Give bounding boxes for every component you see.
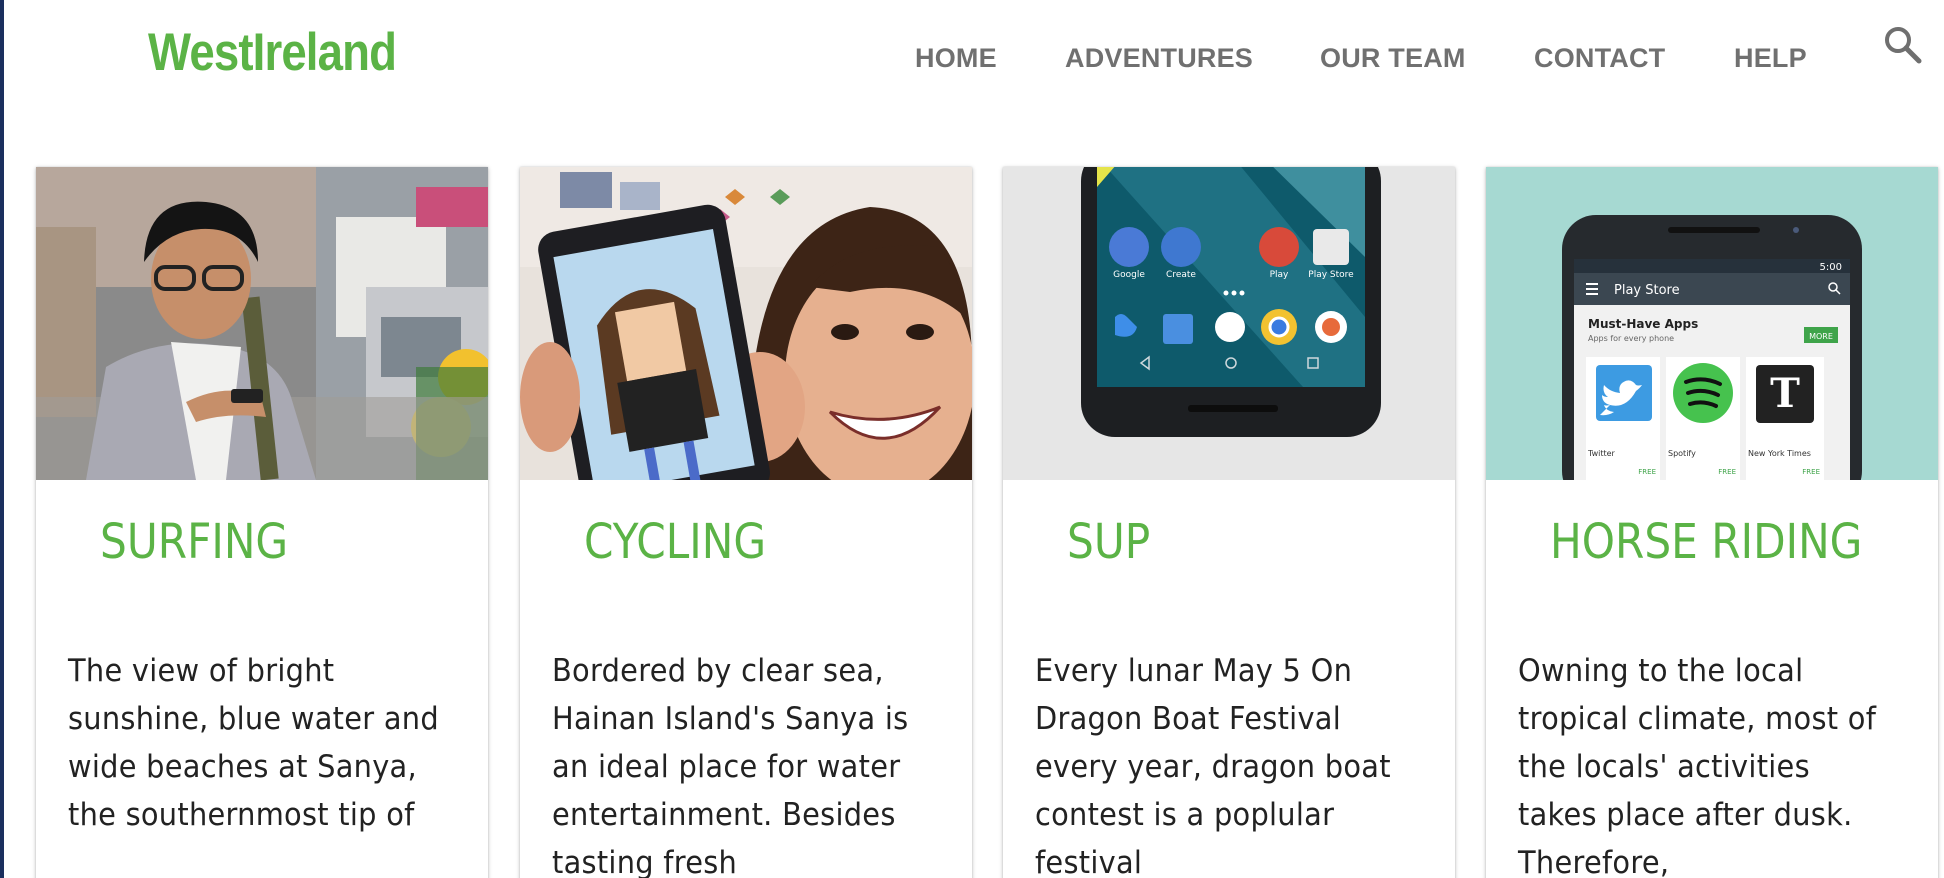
play-store-app-twitter-price: FREE [1638,468,1656,476]
card-title[interactable]: CYCLING [584,512,766,572]
card-description: The view of bright sunshine, blue water … [68,653,439,833]
nav-contact[interactable]: CONTACT [1534,40,1665,76]
card-description: Owning to the local tropical climate, mo… [1518,653,1877,878]
card-image-girl-with-tablet [520,167,972,480]
play-store-app-bar-title: Play Store [1614,283,1680,298]
card-image-play-store-phone: 5:00 Play Store Must-Have Apps Apps for … [1486,167,1938,480]
app-label-google: Google [1113,270,1145,280]
card-image-android-homescreen: Google Create Play Play Store [1003,167,1455,480]
card-title[interactable]: SUP [1067,512,1150,572]
card-horse-riding[interactable]: 5:00 Play Store Must-Have Apps Apps for … [1486,167,1938,878]
status-time: 5:00 [1820,262,1842,273]
card-title[interactable]: HORSE RIDING [1550,512,1862,572]
window-left-edge [0,0,4,878]
card-surfing[interactable]: SURFING The view of bright sunshine, blu… [36,167,488,878]
play-store-app-twitter: Twitter [1587,449,1616,458]
app-label-play: Play [1270,270,1289,280]
card-image-man-with-phone [36,167,488,480]
card-description: Every lunar May 5 On Dragon Boat Festiva… [1035,653,1391,878]
nyt-logo-glyph: T [1770,370,1800,417]
app-label-play-store: Play Store [1308,270,1354,280]
card-title[interactable]: SURFING [100,512,288,572]
play-store-section-subtitle: Apps for every phone [1588,334,1674,343]
card-sup[interactable]: Google Create Play Play Store SUP Every … [1003,167,1455,878]
nav-home[interactable]: HOME [915,40,997,76]
nav-our-team[interactable]: OUR TEAM [1320,40,1466,76]
main-nav: HOME ADVENTURES OUR TEAM CONTACT HELP [0,40,1944,80]
play-store-app-nyt-price: FREE [1802,468,1820,476]
card-description: Bordered by clear sea, Hainan Island's S… [552,653,909,878]
app-label-create: Create [1166,270,1196,280]
site-header: WestIreland HOME ADVENTURES OUR TEAM CON… [0,0,1944,110]
play-store-app-nyt: New York Times [1748,449,1811,458]
play-store-app-spotify-price: FREE [1718,468,1736,476]
nav-help[interactable]: HELP [1734,40,1807,76]
search-icon[interactable] [1882,24,1924,66]
play-store-more-button: MORE [1809,332,1833,341]
play-store-app-spotify: Spotify [1668,449,1696,458]
play-store-section-title: Must-Have Apps [1588,317,1698,331]
card-cycling[interactable]: CYCLING Bordered by clear sea, Hainan Is… [520,167,972,878]
nav-adventures[interactable]: ADVENTURES [1065,40,1253,76]
